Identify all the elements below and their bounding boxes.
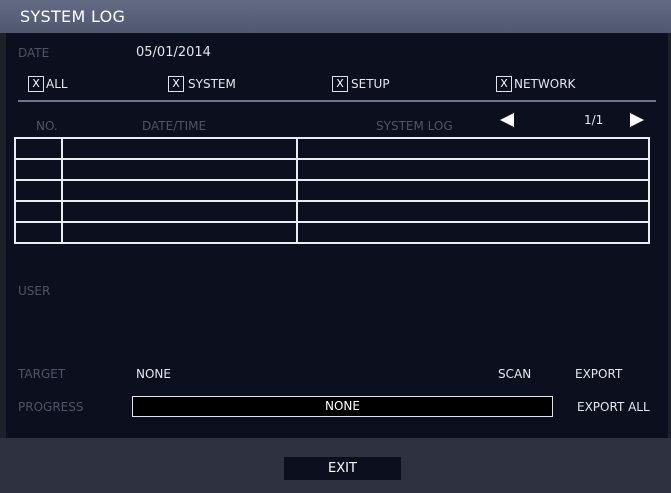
target-label: TARGET: [18, 367, 66, 381]
table-cell-no: [14, 179, 63, 202]
table-row[interactable]: [14, 221, 650, 244]
filter-system[interactable]: X SYSTEM: [168, 76, 258, 94]
filter-network-checkbox[interactable]: X: [496, 76, 512, 92]
export-button[interactable]: EXPORT: [575, 367, 622, 381]
table-cell-date-time: [61, 179, 298, 202]
table-cell-date-time: [61, 158, 298, 181]
target-value[interactable]: NONE: [136, 367, 171, 381]
export-all-button[interactable]: EXPORT ALL: [577, 400, 650, 414]
user-label: USER: [18, 284, 51, 298]
filter-system-label: SYSTEM: [188, 77, 236, 91]
table-cell-system-log: [296, 137, 650, 160]
filter-network[interactable]: X NETWORK: [496, 76, 606, 94]
progress-label: PROGRESS: [18, 400, 84, 414]
date-value[interactable]: 05/01/2014: [136, 45, 211, 60]
progress-bar: NONE: [132, 396, 553, 417]
table-row[interactable]: [14, 158, 650, 181]
filter-setup[interactable]: X SETUP: [332, 76, 412, 94]
table-cell-system-log: [296, 179, 650, 202]
filter-all[interactable]: X ALL: [28, 76, 88, 94]
table-cell-no: [14, 158, 63, 181]
table-cell-system-log: [296, 200, 650, 223]
column-header-system-log: SYSTEM LOG: [376, 119, 453, 133]
table-cell-date-time: [61, 200, 298, 223]
title-bar: SYSTEM LOG: [0, 0, 671, 33]
column-header-no: NO.: [36, 119, 58, 133]
table-row[interactable]: [14, 200, 650, 223]
divider: [18, 100, 656, 102]
filter-network-label: NETWORK: [514, 77, 576, 91]
column-header-date-time: DATE/TIME: [142, 119, 207, 133]
table-row[interactable]: [14, 137, 650, 160]
next-page-icon[interactable]: [630, 113, 644, 127]
filter-all-checkbox[interactable]: X: [28, 76, 44, 92]
table-cell-date-time: [61, 137, 298, 160]
table-cell-no: [14, 200, 63, 223]
page-indicator: 1/1: [584, 113, 604, 127]
log-table: [14, 137, 650, 244]
table-row[interactable]: [14, 179, 650, 202]
table-cell-date-time: [61, 221, 298, 244]
filter-setup-label: SETUP: [351, 77, 390, 91]
filter-setup-checkbox[interactable]: X: [332, 76, 348, 92]
table-cell-system-log: [296, 221, 650, 244]
prev-page-icon[interactable]: [500, 113, 514, 127]
scan-button[interactable]: SCAN: [498, 367, 531, 381]
filter-system-checkbox[interactable]: X: [168, 76, 184, 92]
date-label: DATE: [18, 46, 50, 60]
table-cell-no: [14, 137, 63, 160]
filter-all-label: ALL: [46, 77, 68, 91]
table-cell-system-log: [296, 158, 650, 181]
window-title: SYSTEM LOG: [20, 7, 126, 26]
footer-bar: EXIT: [0, 438, 671, 493]
table-cell-no: [14, 221, 63, 244]
exit-button[interactable]: EXIT: [284, 457, 401, 480]
system-log-panel: DATE 05/01/2014 X ALL X SYSTEM X SETUP X…: [6, 33, 668, 438]
